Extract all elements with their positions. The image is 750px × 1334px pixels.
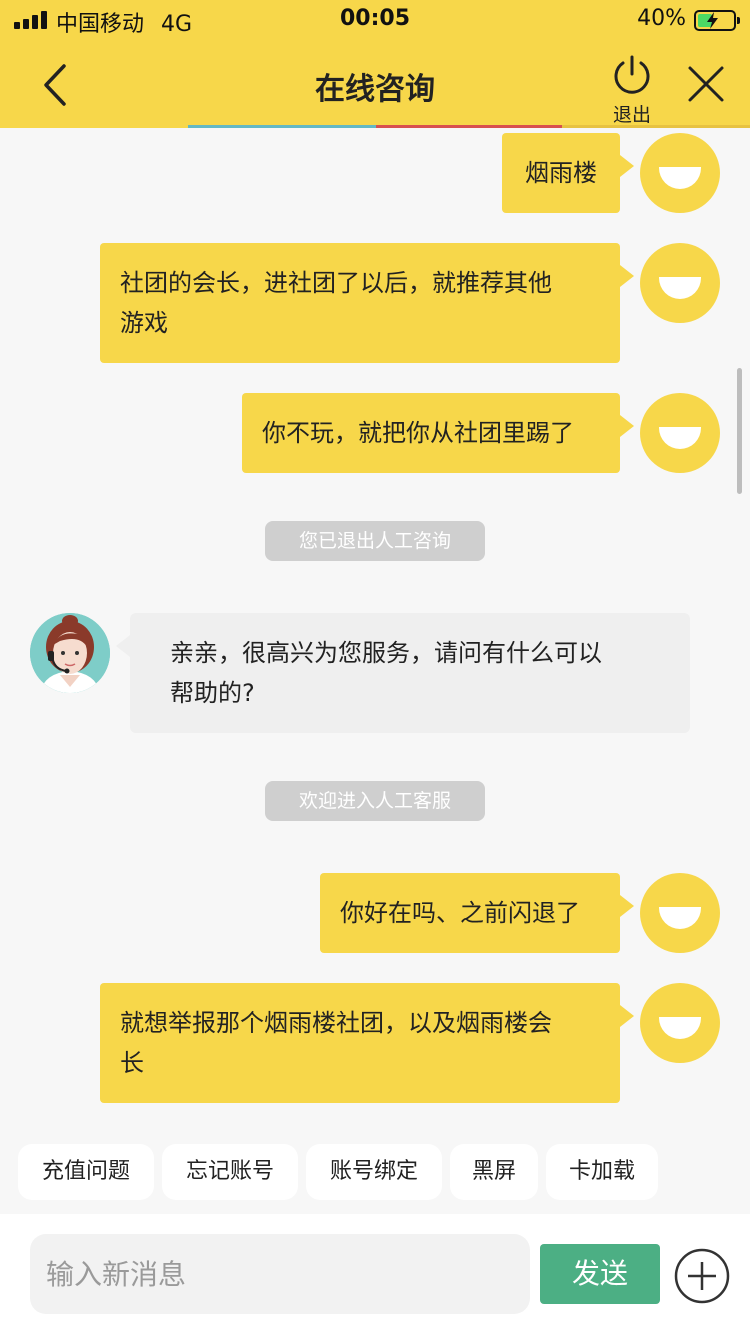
message-line: 长 xyxy=(120,1049,144,1077)
user-message-bubble: 社团的会长，进社团了以后，就推荐其他 游戏 xyxy=(100,243,634,363)
user-message-bubble: 就想举报那个烟雨楼社团，以及烟雨楼会 长 xyxy=(100,983,634,1103)
quick-reply-recharge[interactable]: 充值问题 xyxy=(18,1144,154,1200)
battery-percent: 40% xyxy=(637,6,686,31)
message-line: 亲亲，很高兴为您服务，请问有什么可以 xyxy=(170,639,602,667)
input-bar: 发送 xyxy=(0,1214,750,1334)
system-notice: 您已退出人工咨询 xyxy=(265,521,485,561)
quick-reply-stuck-loading[interactable]: 卡加载 xyxy=(546,1144,658,1200)
user-message-bubble: 烟雨楼 xyxy=(502,133,634,213)
system-notice: 欢迎进入人工客服 xyxy=(265,781,485,821)
quick-reply-account-binding[interactable]: 账号绑定 xyxy=(306,1144,442,1200)
user-avatar xyxy=(640,983,720,1063)
message-line: 社团的会长，进社团了以后，就推荐其他 xyxy=(120,269,552,297)
user-avatar xyxy=(640,873,720,953)
exit-button[interactable]: 退出 xyxy=(604,54,660,126)
quick-reply-forgot-account[interactable]: 忘记账号 xyxy=(162,1144,298,1200)
send-button[interactable]: 发送 xyxy=(540,1244,660,1304)
agent-avatar xyxy=(30,613,110,693)
close-icon xyxy=(688,66,724,102)
exit-label: 退出 xyxy=(612,104,651,126)
user-message-bubble: 你不玩，就把你从社团里踢了 xyxy=(242,393,634,473)
agent-message-bubble: 亲亲，很高兴为您服务，请问有什么可以 帮助的? xyxy=(116,613,690,733)
user-avatar xyxy=(640,243,720,323)
plus-icon xyxy=(674,1248,730,1304)
message-line: 游戏 xyxy=(120,309,168,337)
message-text: 烟雨楼 xyxy=(525,159,597,187)
status-bar: 中国移动 4G 00:05 40% xyxy=(0,0,750,40)
chat-scrollbar[interactable] xyxy=(737,368,742,494)
chat-area[interactable]: 烟雨楼 社团的会长，进社团了以后，就推荐其他 游戏 你不玩，就把你从社团里踢了 … xyxy=(0,128,750,1138)
user-avatar xyxy=(640,133,720,213)
user-message-bubble: 你好在吗、之前闪退了 xyxy=(320,873,634,953)
power-icon xyxy=(614,55,650,94)
quick-reply-bar: 充值问题 忘记账号 账号绑定 黑屏 卡加载 xyxy=(0,1138,750,1214)
quick-reply-black-screen[interactable]: 黑屏 xyxy=(450,1144,538,1200)
agent-avatar-icon xyxy=(30,613,110,693)
message-line: 就想举报那个烟雨楼社团，以及烟雨楼会 xyxy=(120,1009,552,1037)
message-text: 你好在吗、之前闪退了 xyxy=(340,899,580,927)
close-button[interactable] xyxy=(686,64,726,104)
battery-icon xyxy=(694,10,740,31)
header-bar: 在线咨询 退出 xyxy=(0,40,750,128)
message-line: 帮助的? xyxy=(170,679,255,707)
user-avatar xyxy=(640,393,720,473)
message-input[interactable] xyxy=(30,1234,530,1314)
more-button[interactable] xyxy=(674,1248,730,1304)
message-text: 你不玩，就把你从社团里踢了 xyxy=(262,419,574,447)
